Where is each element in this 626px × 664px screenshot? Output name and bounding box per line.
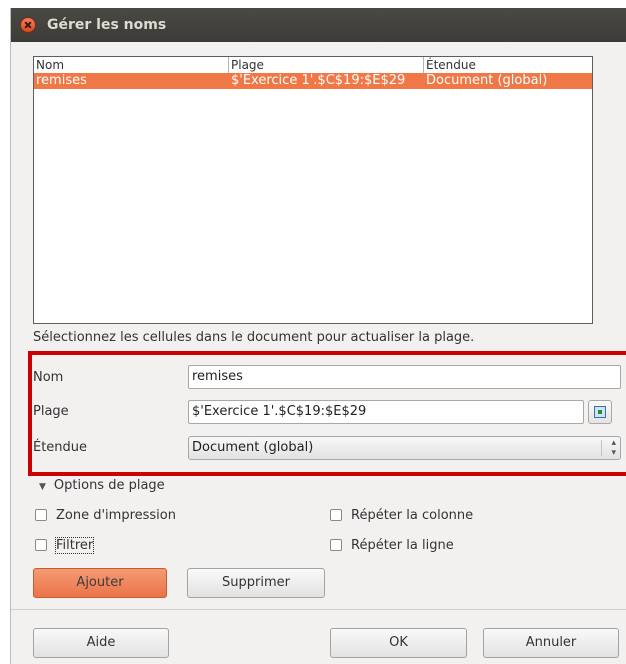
window-title: Gérer les noms xyxy=(47,17,167,33)
repeat-row-label: Répéter la ligne xyxy=(351,538,454,553)
column-header-scope[interactable]: Étendue xyxy=(424,57,592,73)
help-button[interactable]: Aide xyxy=(33,628,169,658)
names-table[interactable]: Nom Plage Étendue remises $'Exercice 1'.… xyxy=(33,56,593,324)
column-header-range[interactable]: Plage xyxy=(229,57,424,73)
delete-button[interactable]: Supprimer xyxy=(187,568,325,598)
checkbox-box[interactable] xyxy=(330,539,342,551)
print-range-label: Zone d'impression xyxy=(56,508,176,523)
cancel-button[interactable]: Annuler xyxy=(483,628,619,658)
row-name: remises xyxy=(36,73,87,88)
table-header: Nom Plage Étendue xyxy=(34,57,592,74)
checkbox-box[interactable] xyxy=(35,509,47,521)
ok-button[interactable]: OK xyxy=(330,628,467,658)
highlight-box xyxy=(28,351,626,476)
range-options-label: Options de plage xyxy=(53,478,165,493)
triangle-down-icon: ▼ xyxy=(39,482,46,492)
title-bar: Gérer les noms xyxy=(11,8,626,42)
add-button[interactable]: Ajouter xyxy=(33,568,167,598)
selection-hint: Sélectionnez les cellules dans le docume… xyxy=(33,330,475,345)
row-range: $'Exercice 1'.$C$19:$E$29 xyxy=(231,73,406,88)
button-area-divider xyxy=(11,609,626,610)
row-scope: Document (global) xyxy=(426,73,548,88)
checkbox-box[interactable] xyxy=(330,509,342,521)
column-header-name[interactable]: Nom xyxy=(34,57,229,73)
table-row[interactable]: remises $'Exercice 1'.$C$19:$E$29 Docume… xyxy=(34,73,592,89)
repeat-column-label: Répéter la colonne xyxy=(351,508,474,523)
checkbox-box[interactable] xyxy=(35,539,47,551)
manage-names-dialog: Gérer les noms Nom Plage Étendue remises… xyxy=(10,8,626,664)
close-icon[interactable] xyxy=(20,17,36,33)
range-options-expander[interactable]: ▼ Options de plage xyxy=(39,478,165,493)
filter-label: Filtrer xyxy=(54,537,95,554)
